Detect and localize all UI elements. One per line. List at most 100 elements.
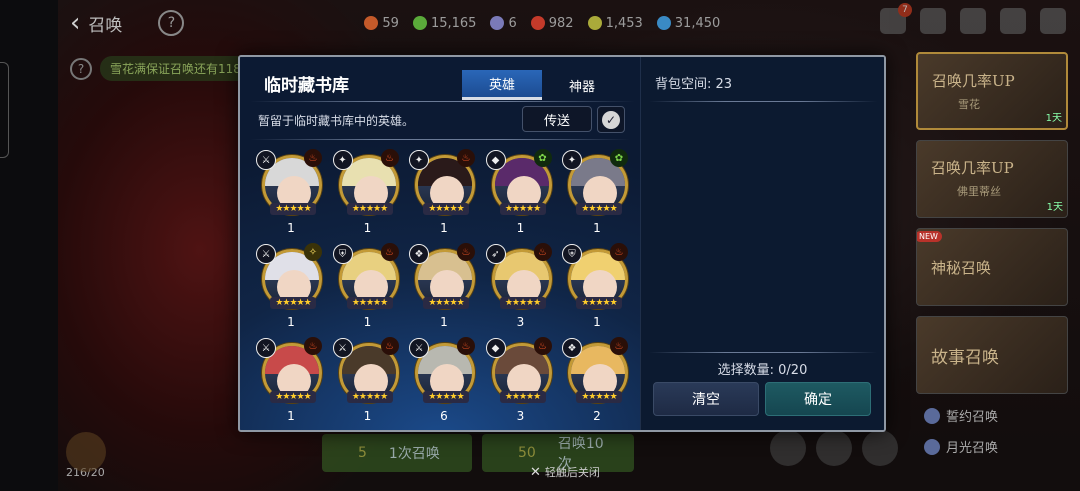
resource-item: 982 bbox=[530, 16, 574, 31]
fire-element-icon: ♨ bbox=[304, 337, 322, 355]
hero-card[interactable]: ★★★★★ ➶ ♨ 3 bbox=[485, 241, 556, 331]
side-link-label: 月光召唤 bbox=[946, 441, 999, 456]
capacity-label: 背包空间: bbox=[655, 77, 712, 92]
covenant-icon bbox=[924, 407, 940, 424]
star-rating: ★★★★★ bbox=[576, 297, 622, 309]
side-link-label: 誓约召唤 bbox=[946, 410, 999, 425]
summon-once-button[interactable]: 5 1次召唤 bbox=[322, 434, 472, 472]
fire-element-icon: ♨ bbox=[610, 337, 628, 355]
star-rating: ★★★★★ bbox=[346, 297, 393, 309]
hero-count: 1 bbox=[593, 221, 601, 235]
select-all-button[interactable]: ✓ bbox=[597, 106, 625, 133]
side-link-moonlight[interactable]: 月光召唤 bbox=[924, 437, 1068, 456]
hero-count: 1 bbox=[287, 221, 295, 235]
banner-subtitle: 佛里蒂丝 bbox=[957, 185, 1001, 198]
hero-card[interactable]: ★★★★★ ◆ ♨ 3 bbox=[485, 335, 556, 425]
banner-title: 神秘召唤 bbox=[931, 259, 992, 277]
chat-icon[interactable] bbox=[1000, 8, 1026, 34]
hero-count: 3 bbox=[516, 409, 525, 423]
hero-card[interactable]: ★★★★★ ✦ ✿ 1 bbox=[562, 147, 632, 237]
hero-card[interactable]: ★★★★★ ⚔ ✧ 1 bbox=[256, 241, 326, 331]
modal-tabs: 英雄 神器 bbox=[462, 70, 622, 100]
hero-card[interactable]: ★★★★★ ⚔ ♨ 1 bbox=[256, 335, 326, 425]
hero-card[interactable]: ★★★★★ ◆ ✿ 1 bbox=[485, 147, 556, 237]
hero-card[interactable]: ★★★★★ ✦ ♨ 1 bbox=[332, 147, 403, 237]
resource-list: 59 15,165 6 982 1,453 31,450 bbox=[364, 16, 734, 31]
hero-count: 6 bbox=[440, 409, 448, 423]
hero-count: 1 bbox=[593, 315, 601, 329]
tab-heroes[interactable]: 英雄 bbox=[462, 70, 542, 100]
leaf-icon bbox=[412, 16, 427, 30]
clear-button[interactable]: 清空 bbox=[653, 382, 759, 416]
notice-row: ? 雪花满保证召唤还有118 bbox=[70, 56, 251, 81]
menu-grid-icon[interactable] bbox=[1040, 8, 1066, 34]
summon-cost: 50 bbox=[518, 445, 536, 461]
guardian-icon[interactable] bbox=[770, 430, 806, 466]
hero-count: 1 bbox=[363, 221, 372, 235]
top-bar: ‹ 召唤 ? 59 15,165 6 982 1,453 31,450 7 bbox=[58, 0, 1080, 46]
hero-card[interactable]: ★★★★★ ❖ ♨ 2 bbox=[562, 335, 632, 425]
banner-days: 1天 bbox=[1046, 202, 1063, 213]
resource-value: 59 bbox=[382, 15, 399, 31]
notice-help-icon[interactable]: ? bbox=[70, 57, 92, 80]
resource-value: 15,165 bbox=[430, 15, 477, 31]
fire-element-icon: ♨ bbox=[380, 337, 399, 355]
hero-card[interactable]: ★★★★★ ⛨ ♨ 1 bbox=[562, 241, 632, 331]
resource-item: 15,165 bbox=[412, 15, 477, 31]
hero-card[interactable]: ★★★★★ ⚔ ♨ 6 bbox=[409, 335, 479, 425]
star-rating: ★★★★★ bbox=[499, 391, 546, 403]
star-rating: ★★★★★ bbox=[499, 203, 546, 215]
star-rating: ★★★★★ bbox=[499, 297, 546, 309]
mage-icon: ✦ bbox=[332, 150, 353, 170]
banner-rate-up-2[interactable]: 召唤几率UP 佛里蒂丝 1天 bbox=[916, 140, 1068, 218]
shield-icon: ⛨ bbox=[562, 244, 582, 264]
resource-item: 59 bbox=[364, 16, 399, 31]
hero-card[interactable]: ★★★★★ ✦ ♨ 1 bbox=[409, 147, 479, 237]
modal-title: 临时藏书库 bbox=[264, 76, 349, 96]
capacity-value: 23 bbox=[715, 77, 733, 92]
fire-element-icon: ♨ bbox=[380, 243, 399, 261]
side-drawer-handle[interactable] bbox=[0, 62, 9, 158]
hero-card[interactable]: ★★★★★ ⚔ ♨ 1 bbox=[332, 335, 403, 425]
banner-mystic[interactable]: NEW 神秘召唤 bbox=[916, 228, 1068, 306]
mail-icon[interactable] bbox=[960, 8, 986, 34]
tab-artifacts[interactable]: 神器 bbox=[542, 70, 622, 100]
resource-item: 31,450 bbox=[656, 15, 721, 31]
pity-notice: 雪花满保证召唤还有118 bbox=[100, 56, 251, 81]
fire-element-icon: ♨ bbox=[457, 337, 475, 355]
shop-icon[interactable] bbox=[816, 430, 852, 466]
star-rating: ★★★★★ bbox=[270, 391, 316, 403]
tap-to-close-hint[interactable]: ✕ 轻触后关闭 bbox=[530, 464, 600, 480]
side-link-covenant[interactable]: 誓约召唤 bbox=[924, 406, 1068, 425]
refresh-icon[interactable] bbox=[862, 430, 898, 466]
friends-icon[interactable] bbox=[920, 8, 946, 34]
banner-story[interactable]: 故事召唤 bbox=[916, 316, 1068, 394]
mage-icon: ✦ bbox=[409, 150, 429, 170]
hero-card[interactable]: ★★★★★ ❖ ♨ 1 bbox=[409, 241, 479, 331]
shield-icon: ⛨ bbox=[332, 244, 353, 264]
back-arrow-icon[interactable]: ‹ bbox=[70, 8, 80, 38]
resource-value: 31,450 bbox=[674, 15, 721, 31]
check-icon: ✓ bbox=[602, 110, 620, 129]
help-icon[interactable]: ? bbox=[158, 10, 185, 36]
modal-description: 暂留于临时藏书库中的英雄。 bbox=[258, 114, 415, 128]
banner-rate-up-1[interactable]: 召唤几率UP 雪花 1天 bbox=[916, 52, 1068, 130]
banner-subtitle: 雪花 bbox=[958, 98, 980, 111]
new-badge: NEW bbox=[917, 231, 942, 242]
hero-count: 1 bbox=[287, 315, 295, 329]
transfer-button[interactable]: 传送 bbox=[522, 106, 592, 132]
banner-title: 故事召唤 bbox=[931, 348, 999, 368]
banner-days: 1天 bbox=[1045, 113, 1062, 124]
hero-count: 3 bbox=[516, 315, 525, 329]
hero-card[interactable]: ★★★★★ ⛨ ♨ 1 bbox=[332, 241, 403, 331]
star-rating: ★★★★★ bbox=[270, 203, 316, 215]
thief-icon: ◆ bbox=[485, 150, 506, 170]
bolt-icon bbox=[587, 16, 602, 30]
close-icon: ✕ bbox=[530, 464, 541, 480]
sword-icon: ⚔ bbox=[256, 338, 276, 358]
hero-card[interactable]: ★★★★★ ⚔ ♨ 1 bbox=[256, 147, 326, 237]
bell-icon[interactable]: 7 bbox=[880, 3, 912, 34]
inventory-capacity: 背包空间: 23 bbox=[655, 73, 732, 92]
confirm-button[interactable]: 确定 bbox=[765, 382, 871, 416]
star-rating: ★★★★★ bbox=[576, 391, 622, 403]
